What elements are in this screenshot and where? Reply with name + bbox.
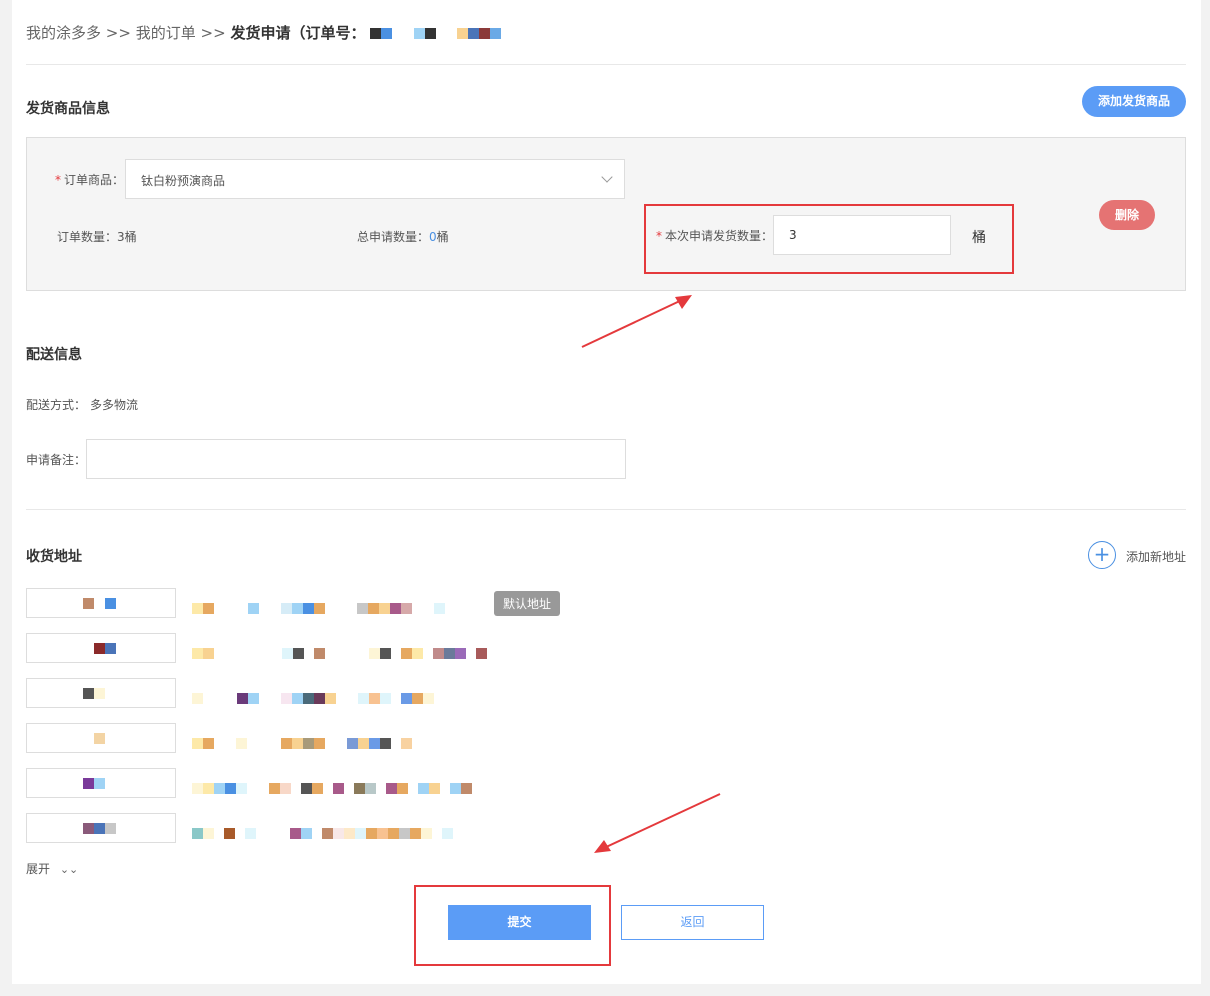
address-detail-masked (192, 822, 453, 839)
highlight-box (644, 204, 1014, 274)
order-number-masked (370, 24, 502, 42)
annotation-arrow-down (594, 793, 721, 853)
divider (26, 64, 1186, 65)
delete-goods-button[interactable]: 删除 (1099, 200, 1155, 230)
submit-button[interactable]: 提交 (448, 905, 591, 940)
address-detail-masked (192, 687, 434, 704)
address-item[interactable] (26, 678, 626, 708)
product-label: * 订单商品： (55, 173, 125, 187)
goods-section-title: 发货商品信息 (26, 101, 110, 117)
delivery-method: 配送方式： 多多物流 (26, 398, 139, 412)
product-select-value: 钛白粉预演商品 (141, 174, 226, 188)
address-name-box[interactable] (26, 813, 176, 843)
add-address-icon[interactable]: + (1088, 541, 1116, 569)
add-goods-button[interactable]: 添加发货商品 (1082, 86, 1186, 117)
product-select[interactable]: 钛白粉预演商品 (125, 159, 625, 199)
double-chevron-down-icon: ⌄⌄ (59, 863, 79, 876)
address-name-box[interactable] (26, 678, 176, 708)
delivery-section-title: 配送信息 (26, 347, 82, 363)
order-qty: 订单数量：3桶 (57, 230, 137, 244)
address-item[interactable] (26, 768, 626, 798)
expand-toggle[interactable]: 展开 ⌄⌄ (26, 860, 78, 877)
address-name-box[interactable] (26, 633, 176, 663)
address-item[interactable] (26, 813, 626, 843)
address-name-box[interactable] (26, 588, 176, 618)
address-name-box[interactable] (26, 768, 176, 798)
address-name-box[interactable] (26, 723, 176, 753)
total-apply-qty: 总申请数量：0桶 (357, 230, 449, 244)
breadcrumb-sep: >> (105, 24, 131, 42)
breadcrumb-orders[interactable]: 我的订单 (136, 24, 196, 42)
breadcrumb: 我的涂多多 >> 我的订单 >> 发货申请（订单号： (26, 22, 502, 43)
remark-label: 申请备注： (26, 453, 87, 467)
address-detail-masked (192, 732, 412, 749)
remark-input[interactable] (86, 439, 626, 479)
page: 我的涂多多 >> 我的订单 >> 发货申请（订单号： 发货商品信息 添加发货商品… (12, 0, 1201, 984)
annotation-arrow-up (581, 295, 692, 348)
divider (26, 509, 1186, 510)
back-button[interactable]: 返回 (621, 905, 764, 940)
address-detail-masked (192, 642, 487, 659)
address-detail-masked (192, 597, 445, 614)
address-item[interactable] (26, 633, 626, 663)
breadcrumb-home[interactable]: 我的涂多多 (26, 24, 101, 42)
add-address-link[interactable]: 添加新地址 (1126, 548, 1186, 565)
address-item[interactable]: 默认地址 (26, 588, 626, 618)
address-section-title: 收货地址 (26, 549, 82, 565)
breadcrumb-current: 发货申请（订单号： (230, 24, 366, 42)
chevron-down-icon (601, 171, 613, 183)
address-detail-masked (192, 777, 472, 794)
address-item[interactable] (26, 723, 626, 753)
default-address-badge: 默认地址 (494, 591, 561, 616)
breadcrumb-sep: >> (200, 24, 226, 42)
